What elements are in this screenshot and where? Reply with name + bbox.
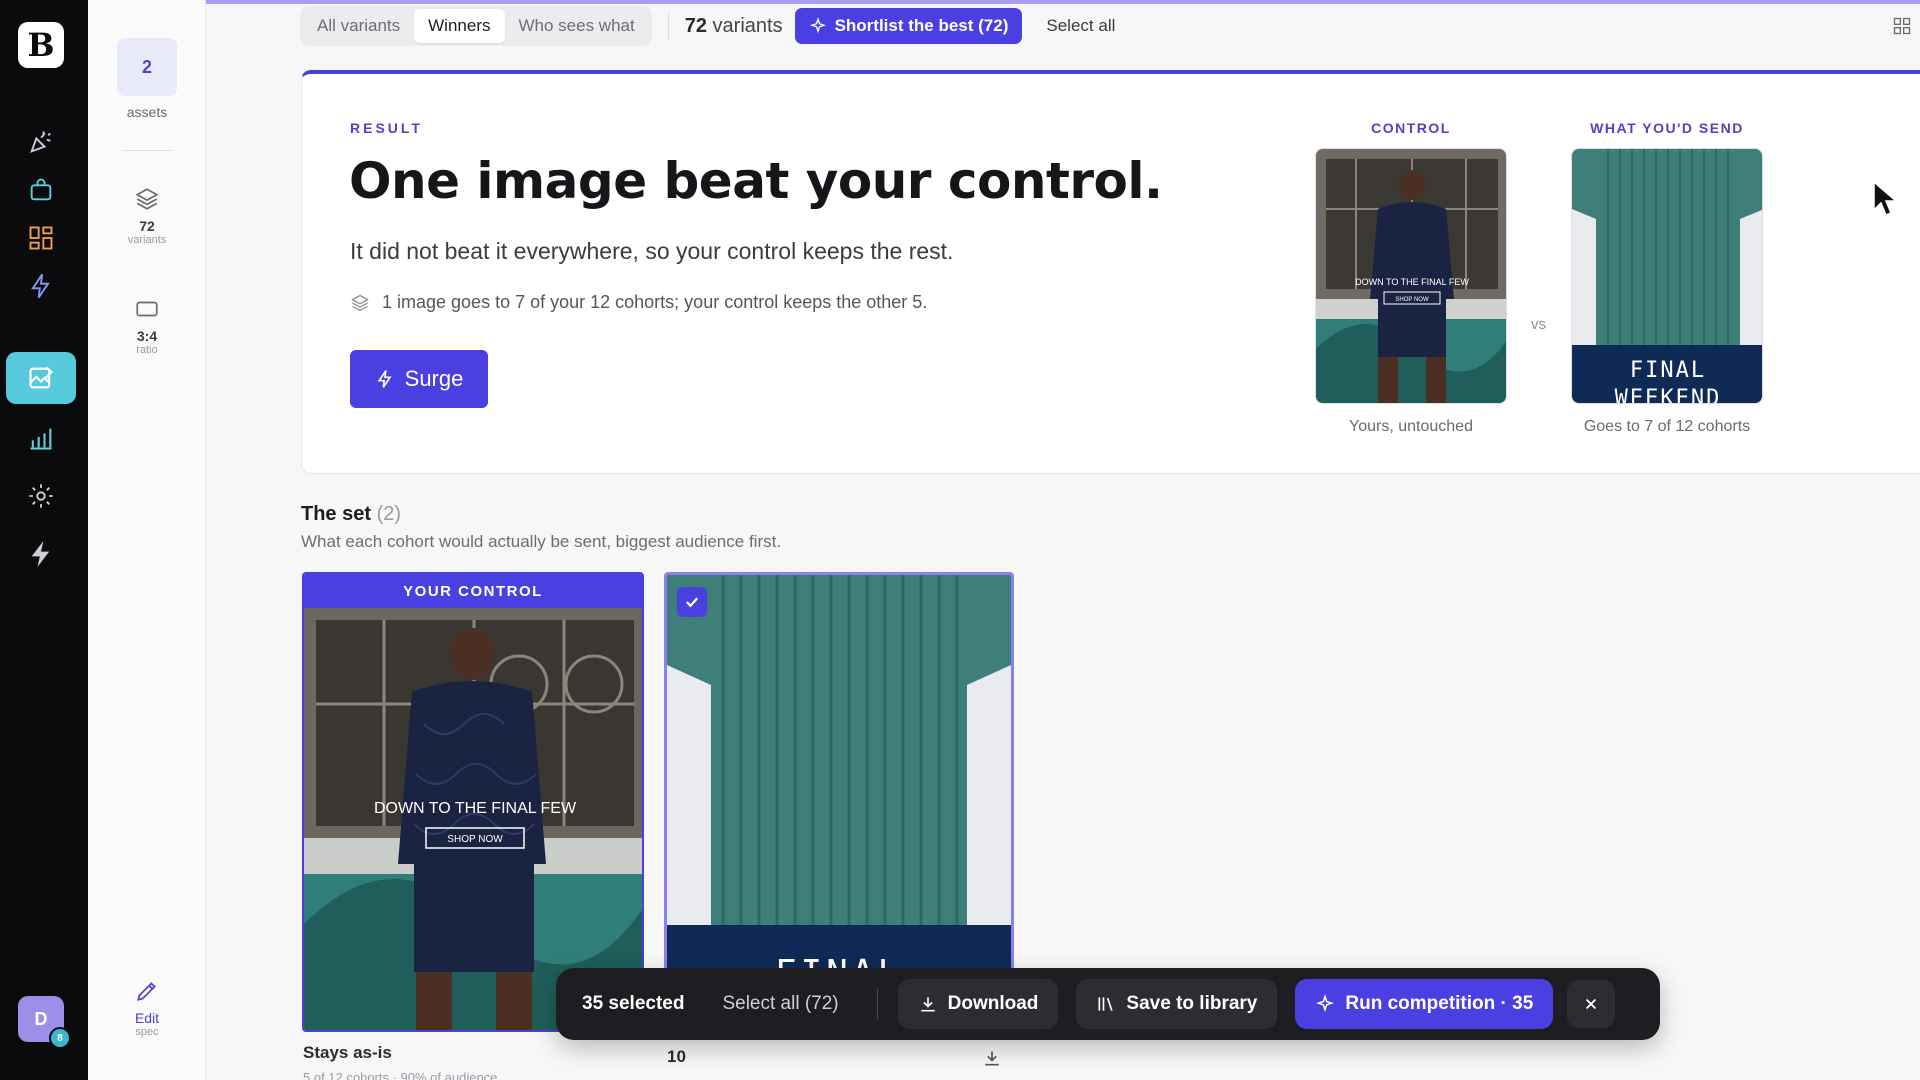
assets-label: assets <box>126 104 168 120</box>
tab-all-variants[interactable]: All variants <box>303 9 414 43</box>
control-headline: DOWN TO THE FINAL FEW <box>1355 277 1469 287</box>
nav-creative-studio[interactable] <box>6 352 76 404</box>
aspect-ratio-icon <box>136 301 158 317</box>
send-preview: WHAT YOU'D SEND FINAL WEEKEND Goes to 7 … <box>1571 120 1763 436</box>
toolbar-divider <box>667 12 669 40</box>
download-icon <box>920 997 935 1012</box>
variants-stat[interactable]: 72 variants <box>88 186 206 246</box>
sparkle-icon <box>1316 994 1335 1013</box>
nav-boost[interactable] <box>6 528 76 580</box>
nav-analytics[interactable] <box>6 412 76 464</box>
control-thumbnail[interactable]: DOWN TO THE FINAL FEW SHOP NOW <box>1315 148 1507 404</box>
check-icon <box>685 597 699 608</box>
results-toolbar: All variants Winners Who sees what 72 va… <box>300 6 1115 46</box>
set-subtitle: What each cohort would actually be sent,… <box>301 532 782 551</box>
selected-count: 35 selected <box>582 993 685 1014</box>
actionbar-divider <box>876 989 878 1019</box>
image-edit-icon <box>29 366 53 389</box>
set-title: The set (2) <box>301 503 402 525</box>
select-all-button[interactable]: Select all (72) <box>722 993 838 1015</box>
selection-action-bar: 35 selected Select all (72) Download Sav… <box>556 968 1660 1040</box>
run-competition-button[interactable]: Run competition · 35 <box>1295 979 1554 1029</box>
library-icon <box>1098 997 1114 1011</box>
ratio-stat[interactable]: 3:4 ratio <box>88 296 206 356</box>
layers-icon <box>135 188 159 210</box>
app-rail: B D 8 <box>0 0 88 1080</box>
view-tabs: All variants Winners Who sees what <box>300 6 652 46</box>
gear-icon <box>29 484 53 508</box>
user-avatar[interactable]: D 8 <box>18 996 71 1049</box>
assets-count-button[interactable]: 2 <box>117 38 177 96</box>
edit-spec-button[interactable]: Edit spec <box>88 978 206 1038</box>
notification-badge: 8 <box>49 1027 71 1049</box>
lightning-icon <box>31 273 50 299</box>
control-image: DOWN TO THE FINAL FEW SHOP NOW <box>1316 149 1506 403</box>
mouse-cursor-icon <box>1873 180 1898 216</box>
party-popper-icon <box>30 131 51 153</box>
nav-dashboard[interactable] <box>6 212 76 264</box>
spec-sidebar: 2 assets 72 variants 3:4 ratio Edit spec <box>88 0 206 1080</box>
dashboard-grid-icon <box>29 226 53 250</box>
nav-products[interactable] <box>6 164 76 216</box>
control-cta: SHOP NOW <box>1395 297 1429 303</box>
send-banner-line1: FINAL <box>1630 358 1706 383</box>
send-banner-line2: WEEKEND <box>1615 386 1722 404</box>
control-preview: CONTROL DOWN TO THE FINAL FEW SHOP NOW Y… <box>1315 120 1507 436</box>
close-actionbar-button[interactable] <box>1567 980 1616 1028</box>
download-icon[interactable] <box>982 1048 1002 1068</box>
variant-tile-image: FINAL <box>667 575 1011 1029</box>
variant-tile[interactable]: FINAL <box>664 572 1014 1032</box>
variant-tile-count: 10 <box>667 1047 686 1066</box>
nav-automation[interactable] <box>6 260 76 312</box>
sidebar-divider <box>122 150 172 151</box>
result-card: RESULT One image beat your control. It d… <box>301 70 1920 474</box>
pencil-icon <box>137 982 156 1001</box>
app-logo[interactable]: B <box>18 22 64 68</box>
selected-checkbox[interactable] <box>677 587 707 617</box>
lightning-icon <box>377 370 392 388</box>
result-headline: One image beat your control. <box>349 152 1163 210</box>
sparkle-icon <box>809 17 826 34</box>
send-image: FINAL WEEKEND <box>1572 149 1762 404</box>
nav-campaigns[interactable] <box>6 116 76 168</box>
save-to-library-button[interactable]: Save to library <box>1076 979 1278 1029</box>
close-icon <box>1586 998 1597 1010</box>
bar-chart-icon <box>30 428 52 450</box>
result-eyebrow: RESULT <box>350 120 423 136</box>
surge-button[interactable]: Surge <box>350 350 488 408</box>
layers-icon <box>351 294 369 311</box>
control-tile[interactable]: DOWN TO THE FINAL FEW SHOP NOW YOUR CONT… <box>302 572 644 1032</box>
tab-who-sees-what[interactable]: Who sees what <box>505 9 649 43</box>
shopping-bag-icon <box>30 178 52 201</box>
your-control-band: YOUR CONTROL <box>304 574 642 608</box>
top-accent-line <box>88 0 1920 4</box>
bolt-filled-icon <box>31 541 50 567</box>
result-note: 1 image goes to 7 of your 12 cohorts; yo… <box>350 292 927 313</box>
control-tile-image: DOWN TO THE FINAL FEW SHOP NOW <box>304 574 642 1030</box>
result-subline: It did not beat it everywhere, so your c… <box>350 238 954 264</box>
tab-winners[interactable]: Winners <box>414 9 505 43</box>
tile-headline: DOWN TO THE FINAL FEW <box>374 800 577 817</box>
control-tile-caption: Stays as-is <box>303 1043 392 1062</box>
send-thumbnail[interactable]: FINAL WEEKEND <box>1571 148 1763 404</box>
vs-label: vs <box>1531 316 1546 333</box>
tile-cta: SHOP NOW <box>447 834 503 845</box>
grid-view-icon[interactable] <box>1892 16 1912 36</box>
download-button[interactable]: Download <box>897 979 1059 1029</box>
control-tile-subcaption: 5 of 12 cohorts · 90% of audience <box>303 1070 498 1080</box>
variant-count: 72 variants <box>684 14 783 37</box>
select-all-link[interactable]: Select all <box>1046 16 1115 36</box>
shortlist-button[interactable]: Shortlist the best (72) <box>794 8 1023 44</box>
nav-settings[interactable] <box>6 470 76 522</box>
